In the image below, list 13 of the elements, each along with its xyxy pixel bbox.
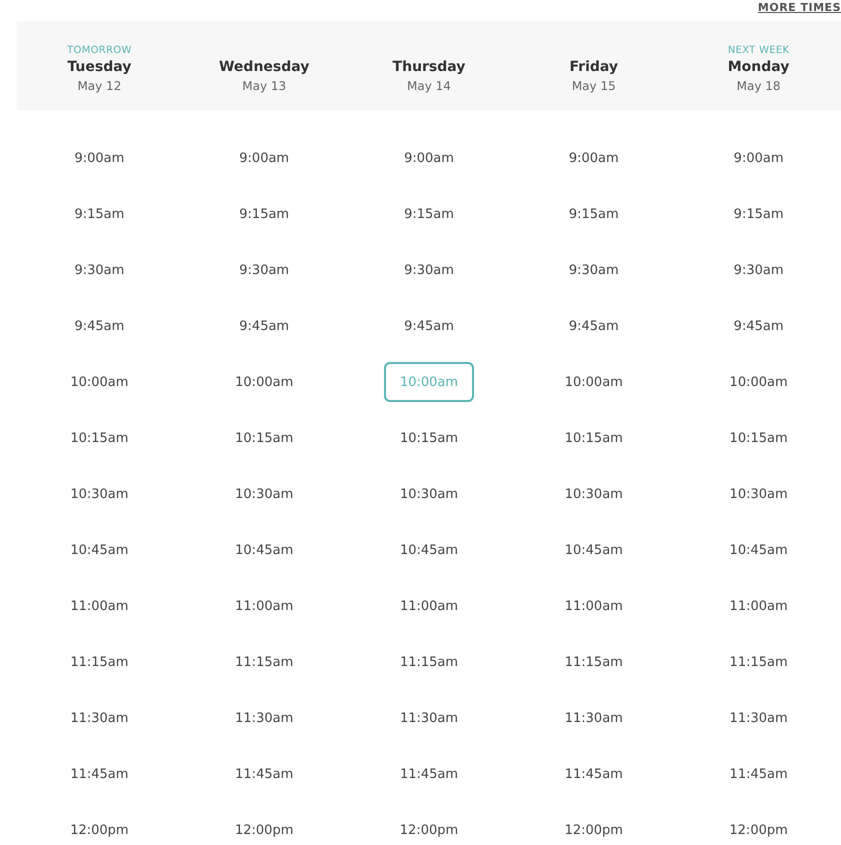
day-name: Tuesday (67, 59, 132, 75)
day-name: Thursday (392, 59, 466, 75)
day-name: Monday (728, 59, 790, 75)
day-date: May 13 (242, 79, 286, 93)
more-times-link[interactable]: MORE TIMES (758, 1, 841, 15)
day-date: May 12 (77, 79, 122, 93)
day-date: May 14 (407, 79, 451, 93)
day-tag: NEXT WEEK (728, 45, 790, 56)
day-name: Friday (570, 59, 618, 75)
day-date: May 15 (572, 79, 616, 93)
day-tag: TOMORROW (67, 45, 132, 56)
day-name: Wednesday (218, 59, 310, 75)
day-date: May 18 (736, 79, 781, 93)
